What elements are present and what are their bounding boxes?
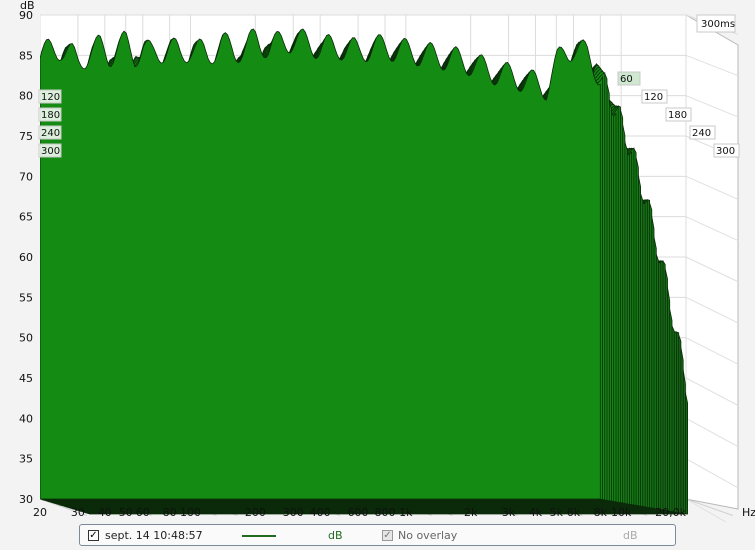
y-tick-label: 45 bbox=[19, 372, 33, 385]
x-tick-label: 1k bbox=[399, 506, 413, 519]
y-tick-label: 35 bbox=[19, 453, 33, 466]
x-tick-label: 800 bbox=[374, 506, 395, 519]
series-line-swatch bbox=[242, 535, 276, 537]
y-tick-label: 75 bbox=[19, 130, 33, 143]
overlay-label: No overlay bbox=[398, 529, 458, 542]
y-tick-label: 40 bbox=[19, 412, 33, 425]
time-label: 240 bbox=[692, 128, 711, 139]
decay-slices bbox=[0, 0, 688, 522]
x-tick-label: 400 bbox=[310, 506, 331, 519]
y-tick-label: 65 bbox=[19, 211, 33, 224]
time-unit-box: 300ms bbox=[696, 14, 736, 33]
x-tick-label: 100 bbox=[180, 506, 201, 519]
series-unit: dB bbox=[328, 529, 343, 542]
y-tick-label: 80 bbox=[19, 90, 33, 103]
time-label: 300 bbox=[716, 146, 735, 157]
x-tick-label: 600 bbox=[348, 506, 369, 519]
time-label: 60 bbox=[620, 74, 633, 85]
x-tick-label: 8k bbox=[594, 506, 608, 519]
series-label: sept. 14 10:48:57 bbox=[105, 529, 203, 542]
series-checkbox[interactable]: ✓ bbox=[88, 530, 99, 541]
x-tick-label: 20,0k bbox=[655, 506, 686, 519]
overlay-checkbox[interactable]: ✓ bbox=[382, 530, 393, 541]
time-label: 180 bbox=[41, 110, 60, 121]
x-tick-label: 10k bbox=[611, 506, 632, 519]
legend-bar: ✓ sept. 14 10:48:57 dB ✓ No overlay dB bbox=[79, 524, 676, 546]
x-tick-label: 5k bbox=[550, 506, 564, 519]
y-unit-label: dB bbox=[20, 0, 35, 12]
time-label: 300 bbox=[41, 146, 60, 157]
time-label: 120 bbox=[41, 92, 60, 103]
y-tick-label: 70 bbox=[19, 170, 33, 183]
overlay-unit: dB bbox=[623, 529, 638, 542]
x-tick-label: 300 bbox=[283, 506, 304, 519]
time-label: 120 bbox=[644, 92, 663, 103]
x-tick-label: 30 bbox=[71, 506, 85, 519]
x-tick-label: 3k bbox=[502, 506, 516, 519]
x-tick-label: 200 bbox=[245, 506, 266, 519]
decay-slice bbox=[39, 28, 601, 500]
x-tick-label: 50 bbox=[119, 506, 133, 519]
x-tick-label: 40 bbox=[98, 506, 112, 519]
y-tick-label: 50 bbox=[19, 332, 33, 345]
y-tick-label: 85 bbox=[19, 49, 33, 62]
time-label: 180 bbox=[668, 110, 687, 121]
x-unit-label: Hz bbox=[742, 506, 755, 519]
y-tick-label: 60 bbox=[19, 251, 33, 264]
time-label: 240 bbox=[41, 128, 60, 139]
x-tick-label: 80 bbox=[163, 506, 177, 519]
time-unit-label: 300ms bbox=[701, 19, 735, 30]
x-tick-label: 4k bbox=[529, 506, 543, 519]
x-tick-label: 60 bbox=[136, 506, 150, 519]
y-tick-label: 30 bbox=[19, 493, 33, 506]
x-tick-label: 2k bbox=[464, 506, 478, 519]
y-tick-label: 55 bbox=[19, 291, 33, 304]
x-tick-label: 6k bbox=[567, 506, 581, 519]
waterfall-plot: 30354045505560657075808590 20 30 40 50 60 80 1… bbox=[0, 0, 755, 522]
x-tick-label: 20 bbox=[33, 506, 47, 519]
